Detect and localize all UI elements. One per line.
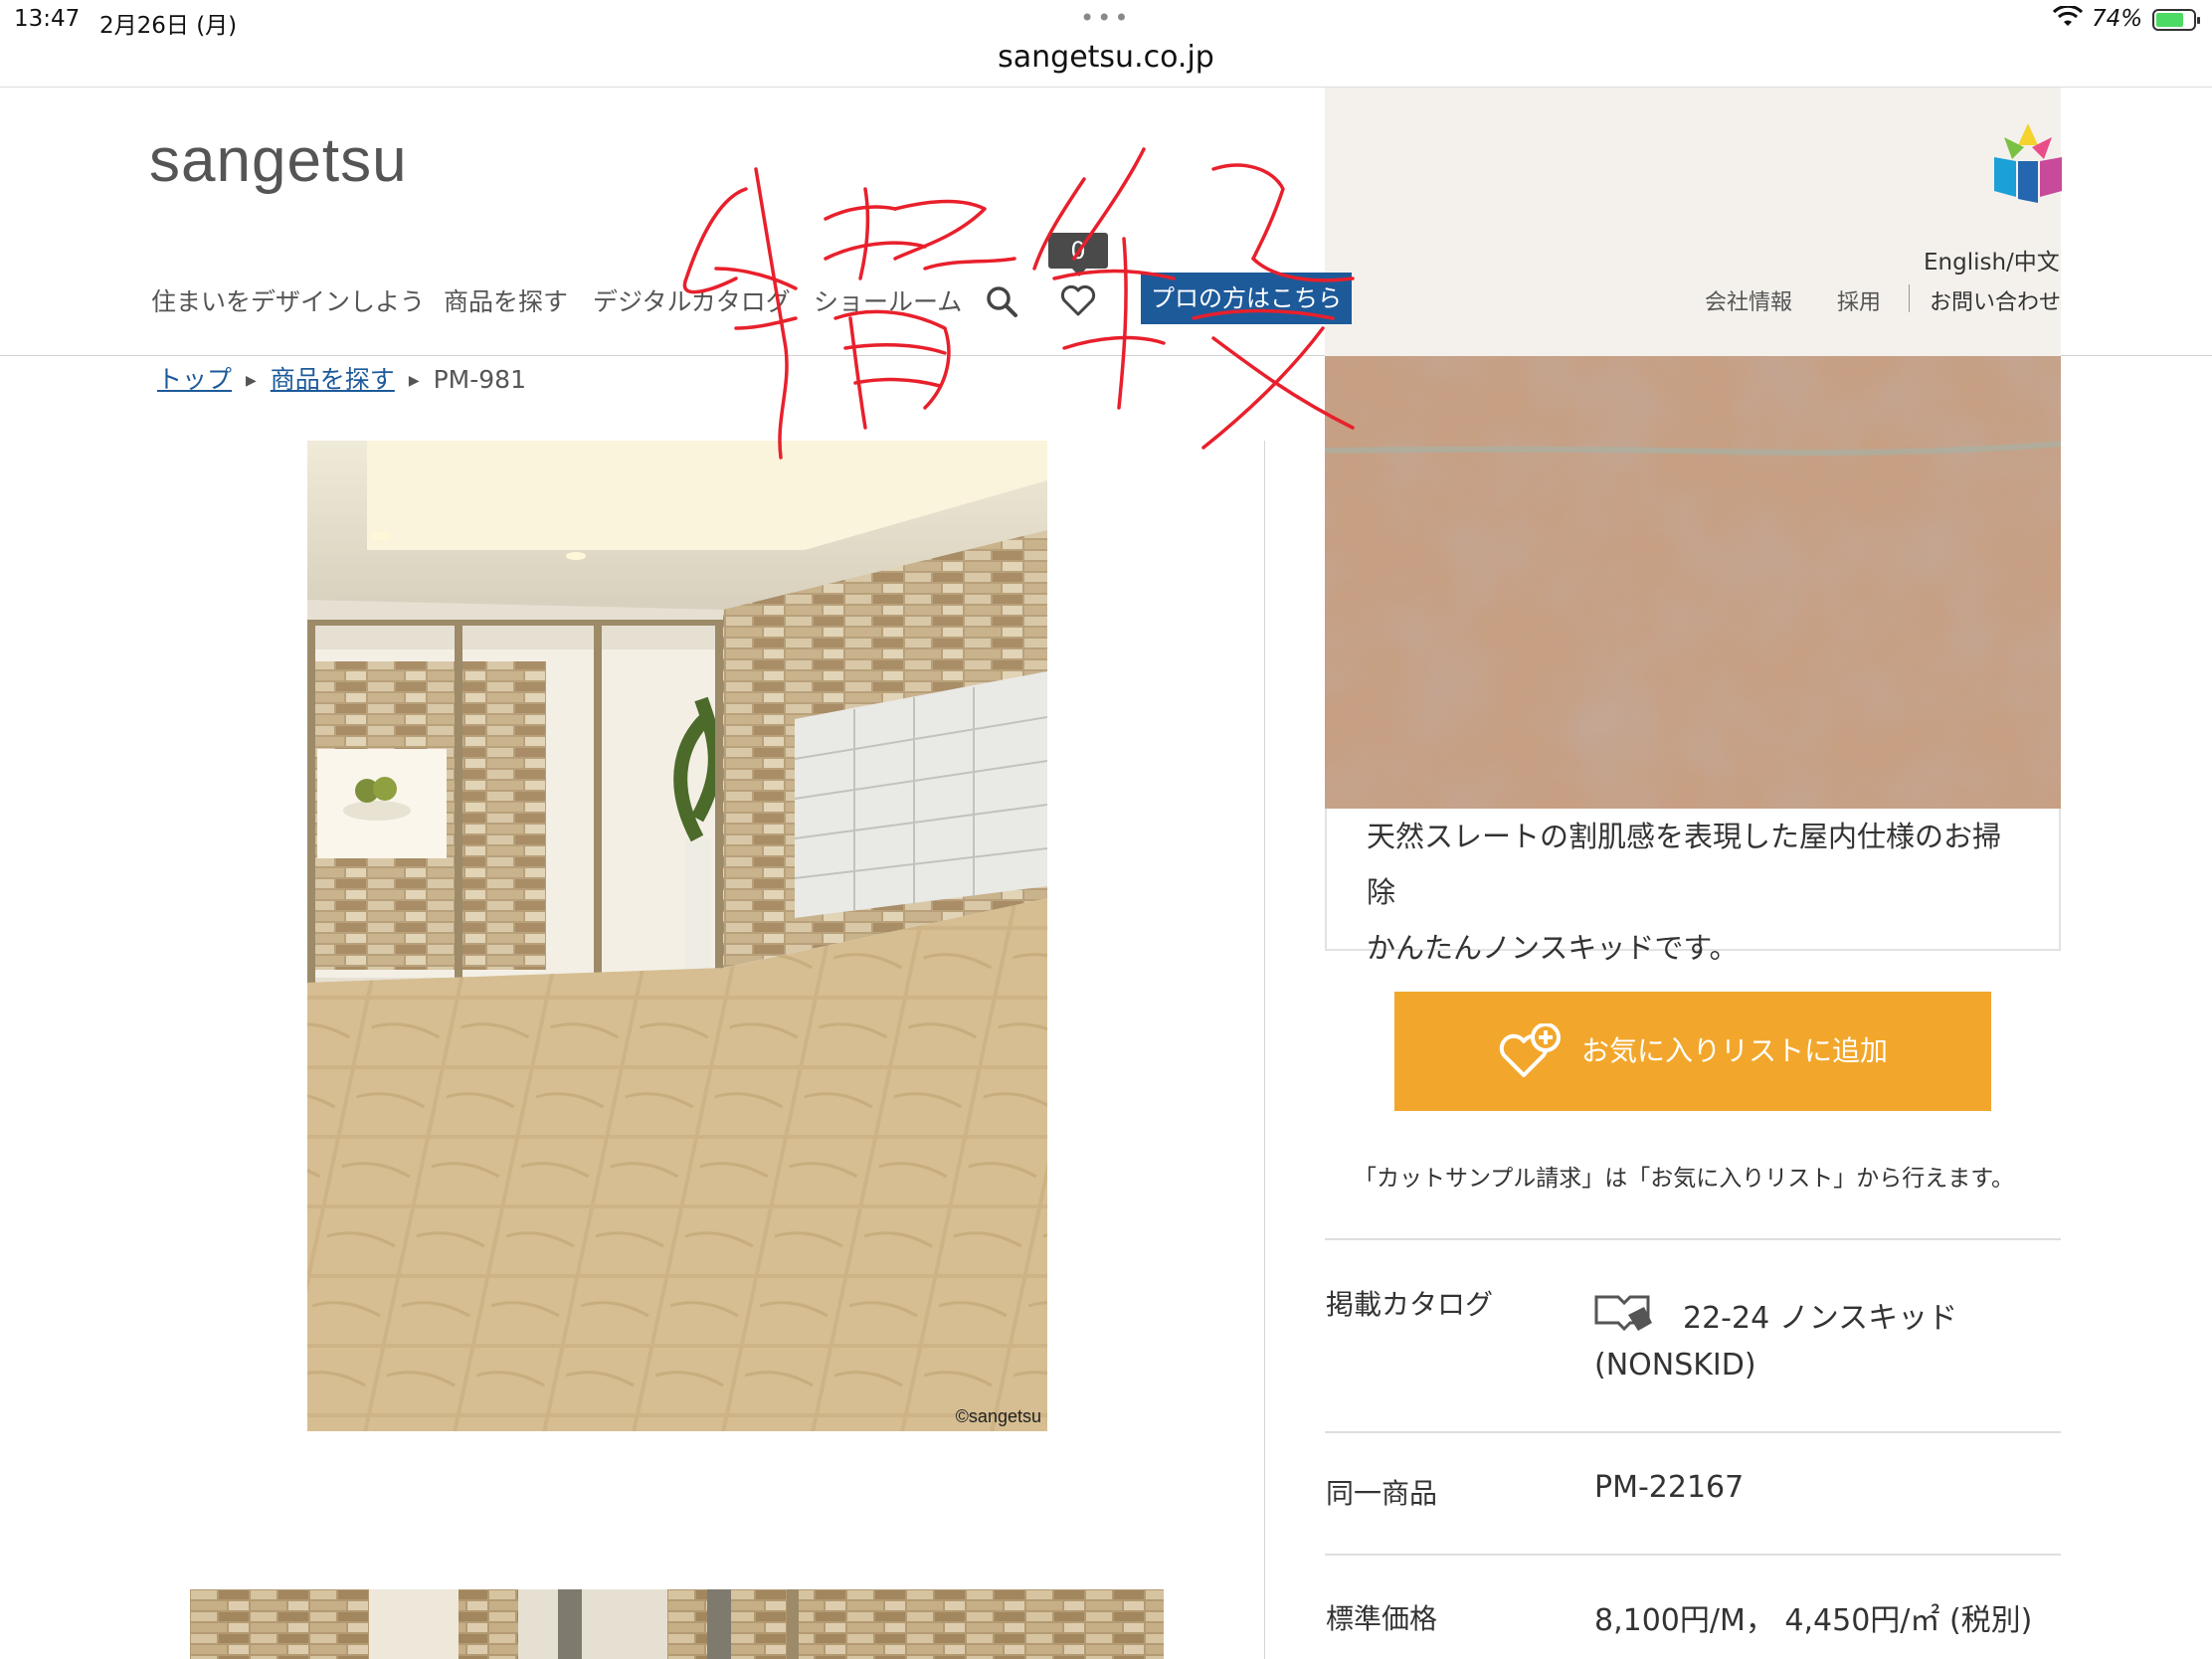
heart-plus-icon — [1499, 1023, 1561, 1077]
product-texture-image[interactable] — [1325, 356, 2061, 809]
language-switch[interactable]: English/中文 — [1924, 243, 2060, 276]
recruit-link[interactable]: 採用 — [1837, 284, 1881, 316]
nav-find-products[interactable]: 商品を探す — [444, 282, 568, 318]
status-time: 13:47 — [14, 6, 81, 32]
description-line-2: かんたんノンスキッドです。 — [1367, 931, 1739, 965]
util-divider — [1909, 284, 1910, 312]
description-line-1: 天然スレートの割肌感を表現した屋内仕様のお掃除 — [1367, 820, 2002, 909]
price-value: 8,100円/M， 4,450円/㎡ (税別) — [1594, 1603, 2033, 1638]
catalog-link[interactable]: 22-24 ノンスキッド — [1683, 1293, 1957, 1337]
favorites-link[interactable]: 0 — [1048, 233, 1108, 332]
contact-link[interactable]: お問い合わせ — [1930, 284, 2061, 316]
site-header: sangetsu 住まいをデザインしよう 商品を探す デジタルカタログ ショール… — [0, 88, 2212, 356]
nav-design-home[interactable]: 住まいをデザインしよう — [151, 282, 425, 318]
add-to-favorites-label: お気に入りリストに追加 — [1581, 1034, 1889, 1067]
status-date: 2月26日 (月) — [99, 13, 238, 39]
same-product-value: PM-22167 — [1594, 1470, 1745, 1505]
sangetsu-logo[interactable]: sangetsu — [149, 125, 408, 196]
battery-percent: 74% — [2092, 6, 2143, 32]
breadcrumb: トップ ▶ 商品を探す ▶ PM-981 — [157, 360, 526, 396]
ios-status-bar: 13:47 2月26日 (月) ••• sangetsu.co.jp 74% — [0, 0, 2212, 88]
nav-showroom[interactable]: ショールーム — [814, 282, 962, 318]
catalog-link-sub[interactable]: (NONSKID) — [1594, 1348, 1756, 1382]
breadcrumb-separator-icon: ▶ — [246, 373, 257, 389]
cut-sample-note: 「カットサンプル請求」は「お気に入りリスト」から行えます。 — [1354, 1166, 2015, 1192]
breadcrumb-separator-icon: ▶ — [408, 373, 420, 389]
column-divider — [1264, 441, 1265, 1659]
price-label: 標準価格 — [1326, 1602, 1438, 1635]
breadcrumb-find-products[interactable]: 商品を探す — [271, 365, 395, 394]
battery-icon — [2152, 9, 2200, 31]
address-bar-url[interactable]: sangetsu.co.jp — [0, 40, 2212, 75]
product-description: 天然スレートの割肌感を表現した屋内仕様のお掃除 かんたんノンスキッドです。 — [1325, 809, 2061, 965]
same-product-label: 同一商品 — [1326, 1477, 1438, 1510]
product-room-image[interactable]: ©sangetsu — [307, 441, 1047, 1431]
nav-digital-catalog[interactable]: デジタルカタログ — [593, 282, 791, 318]
pro-button[interactable]: プロの方はこちら — [1141, 273, 1352, 324]
catalog-label: 掲載カタログ — [1326, 1288, 1494, 1321]
add-to-favorites-button[interactable]: お気に入りリストに追加 — [1394, 992, 1991, 1111]
heart-icon — [1060, 284, 1096, 316]
thumbnail-strip[interactable] — [190, 1589, 1164, 1659]
wifi-icon — [2053, 6, 2083, 26]
sangetsu-brand-mark-icon — [1994, 123, 2062, 203]
image-copyright: ©sangetsu — [955, 1406, 1041, 1426]
favorites-count-badge: 0 — [1048, 233, 1108, 276]
search-icon[interactable] — [985, 284, 1018, 318]
breadcrumb-current: PM-981 — [433, 365, 526, 394]
breadcrumb-top[interactable]: トップ — [157, 365, 232, 394]
catalog-book-icon[interactable] — [1594, 1293, 1654, 1333]
spec-divider — [1325, 1554, 2061, 1556]
spec-divider — [1325, 1431, 2061, 1433]
multitask-dots-icon[interactable]: ••• — [1080, 4, 1131, 32]
company-info-link[interactable]: 会社情報 — [1705, 284, 1792, 316]
spec-divider — [1325, 1238, 2061, 1240]
